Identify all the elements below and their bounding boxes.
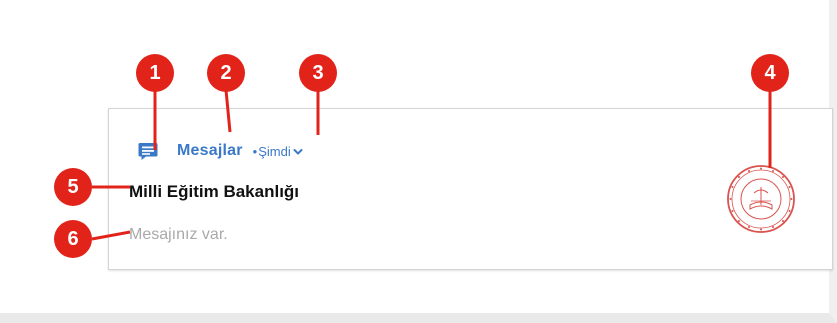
- callout-marker: 6: [54, 220, 92, 258]
- sender-name: Milli Eğitim Bakanlığı: [129, 182, 300, 201]
- callout-marker: 4: [751, 54, 789, 92]
- notification-card[interactable]: Mesajlar • Şimdi Milli Eğitim Bakanlığı …: [108, 108, 833, 270]
- time-label: Şimdi: [258, 143, 291, 159]
- app-name: Mesajlar: [177, 142, 243, 159]
- callout-marker: 2: [207, 54, 245, 92]
- message-preview: Mesajınız var.: [129, 226, 228, 243]
- time-separator: •: [252, 143, 258, 159]
- callout-marker: 3: [299, 54, 337, 92]
- notification-header: Mesajlar • Şimdi: [138, 140, 303, 162]
- callout-marker: 1: [136, 54, 174, 92]
- callout-marker: 5: [54, 168, 92, 206]
- ministry-seal-avatar: [721, 159, 801, 239]
- message-icon: [138, 142, 158, 161]
- chevron-down-icon[interactable]: [293, 144, 303, 159]
- notification-time[interactable]: • Şimdi: [253, 144, 303, 159]
